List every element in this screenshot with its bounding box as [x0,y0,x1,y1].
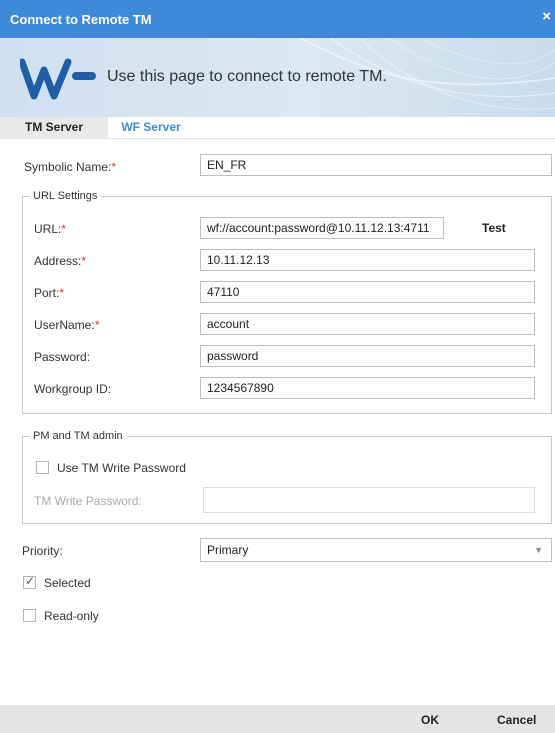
username-input[interactable] [200,313,535,335]
password-input[interactable] [200,345,535,367]
workgroup-id-label: Workgroup ID: [34,382,112,396]
selected-label: Selected [44,576,91,590]
address-label: Address:* [34,254,87,268]
port-label: Port:* [34,286,65,300]
cancel-button[interactable]: Cancel [497,713,536,727]
use-tm-write-password-label: Use TM Write Password [57,461,186,475]
dialog-footer: OK Cancel [0,705,555,733]
banner-headline: Use this page to connect to remote TM. [107,68,387,85]
wf-logo-icon [20,58,96,100]
test-button[interactable]: Test [482,221,506,235]
port-input[interactable] [200,281,535,303]
url-settings-legend: URL Settings [33,190,98,202]
header-banner: Use this page to connect to remote TM. [0,38,555,117]
read-only-checkbox[interactable] [23,609,36,622]
ok-button[interactable]: OK [421,713,439,727]
tm-write-password-label: TM Write Password: [34,494,142,508]
tm-write-password-input[interactable] [203,487,535,513]
username-label: UserName:* [34,318,100,332]
symbolic-name-label: Symbolic Name:* [24,160,117,174]
use-tm-write-password-checkbox[interactable] [36,461,49,474]
tab-wf-server[interactable]: WF Server [108,117,194,138]
chevron-down-icon: ▼ [534,545,543,555]
checkmark-icon: ✓ [25,574,36,588]
close-icon[interactable]: × [542,8,551,26]
title-bar: Connect to Remote TM × [0,0,555,38]
workgroup-id-input[interactable] [200,377,535,399]
tab-tm-server[interactable]: TM Server [0,117,108,138]
priority-label: Priority: [22,544,63,558]
address-input[interactable] [200,249,535,271]
priority-select[interactable]: Primary ▼ [200,538,552,562]
window-title: Connect to Remote TM [10,12,152,27]
priority-selected-value: Primary [207,543,249,557]
symbolic-name-input[interactable] [200,154,552,176]
pm-tm-admin-legend: PM and TM admin [33,430,123,442]
selected-checkbox[interactable]: ✓ [23,574,36,589]
tab-bar: TM Server WF Server [0,117,555,139]
url-input[interactable] [200,217,444,239]
read-only-label: Read-only [44,609,99,623]
password-label: Password: [34,350,91,364]
url-label: URL:* [34,222,67,236]
